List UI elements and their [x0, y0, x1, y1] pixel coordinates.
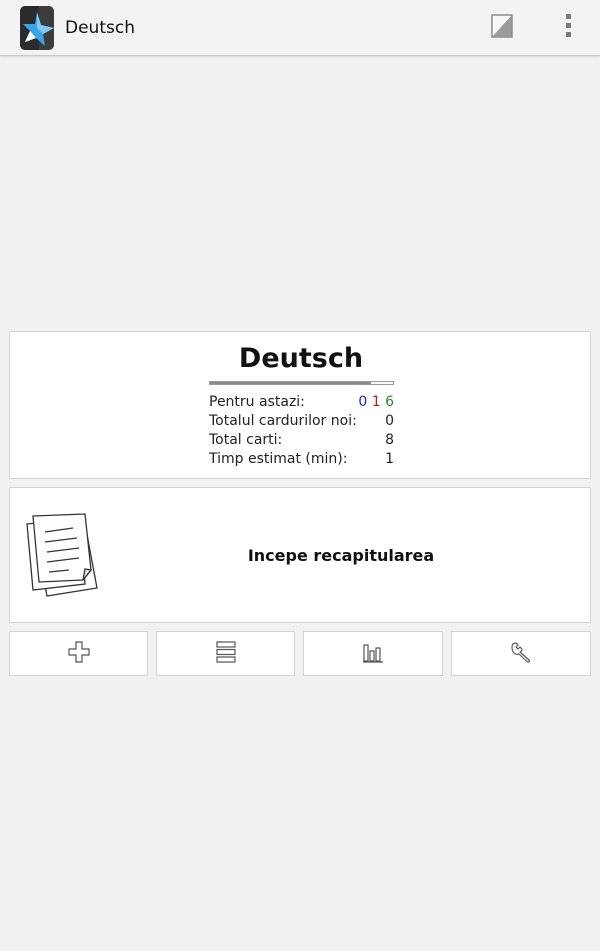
stat-row-due-today: Pentru astazi: 0 1 6 — [209, 393, 394, 412]
new-total-label: Totalul cardurilor noi: — [209, 413, 357, 429]
statistics-button[interactable] — [303, 631, 443, 676]
edit-note-button[interactable] — [482, 8, 522, 48]
start-review-button[interactable]: Incepe recapitularea — [9, 487, 591, 623]
deck-progress-bar — [209, 381, 394, 385]
app-logo-icon[interactable] — [19, 6, 55, 50]
due-today-value: 0 1 6 — [358, 393, 394, 412]
deck-progress-fill — [210, 382, 372, 384]
papers-icon — [21, 510, 99, 600]
add-icon — [67, 640, 90, 667]
statistics-icon — [362, 641, 384, 667]
deck-stats: Pentru astazi: 0 1 6 Totalul cardurilor … — [209, 393, 394, 469]
add-card-button[interactable] — [9, 631, 148, 676]
stat-row-new-total: Totalul cardurilor noi: 0 — [209, 412, 394, 431]
total-cards-value: 8 — [385, 432, 394, 448]
stat-row-total-cards: Total carti: 8 — [209, 431, 394, 450]
total-cards-label: Total carti: — [209, 432, 283, 448]
due-today-label: Pentru astazi: — [209, 394, 305, 410]
overflow-menu-icon — [564, 13, 572, 43]
deck-title: Deutsch — [238, 343, 364, 374]
estimated-time-label: Timp estimat (min): — [209, 451, 348, 467]
due-learning-count: 1 — [371, 394, 381, 410]
estimated-time-value: 1 — [385, 451, 394, 467]
overflow-menu-button[interactable] — [548, 8, 588, 48]
browse-cards-button[interactable] — [156, 631, 295, 676]
edit-note-icon — [491, 14, 513, 42]
deck-info-card: Deutsch Pentru astazi: 0 1 6 Totalul car… — [9, 331, 591, 479]
app-title: Deutsch — [65, 18, 135, 38]
browse-list-icon — [215, 640, 236, 667]
due-review-count: 6 — [385, 394, 394, 410]
new-total-value: 0 — [385, 413, 394, 429]
wrench-icon — [510, 641, 532, 667]
deck-options-button[interactable] — [451, 631, 591, 676]
start-review-label: Incepe recapitularea — [247, 545, 435, 565]
stat-row-estimated-time: Timp estimat (min): 1 — [209, 450, 394, 469]
action-bar: Deutsch — [0, 0, 600, 56]
due-new-count: 0 — [358, 394, 368, 410]
